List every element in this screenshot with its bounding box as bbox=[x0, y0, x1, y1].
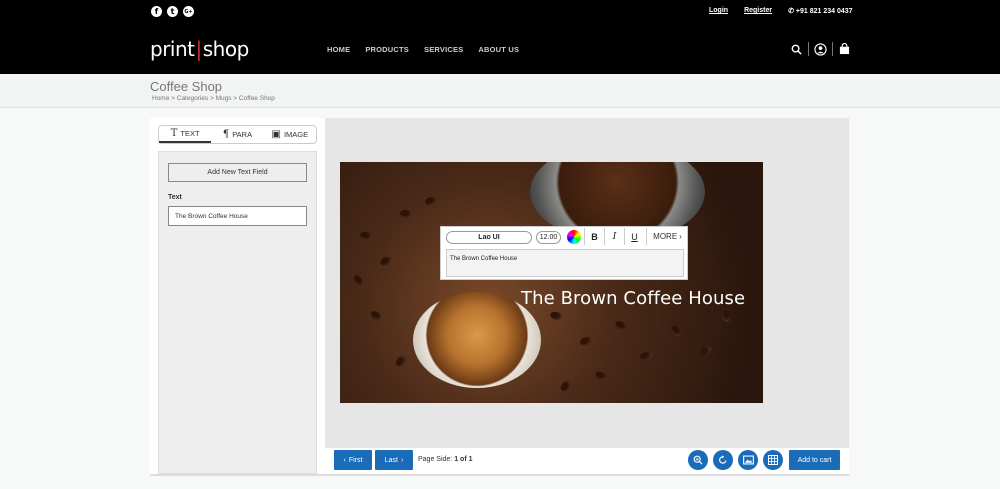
nav-services[interactable]: SERVICES bbox=[424, 45, 463, 54]
login-link[interactable]: Login bbox=[709, 7, 728, 15]
grid-icon[interactable] bbox=[763, 450, 783, 470]
rotate-icon[interactable] bbox=[713, 450, 733, 470]
main-nav: HOME PRODUCTS SERVICES ABOUT US bbox=[327, 45, 534, 54]
nav-products[interactable]: PRODUCTS bbox=[365, 45, 409, 54]
divider bbox=[808, 42, 809, 56]
design-canvas[interactable]: The Brown Coffee House bbox=[340, 162, 763, 403]
page-title: Coffee Shop bbox=[150, 79, 223, 94]
color-picker-icon[interactable] bbox=[567, 230, 581, 244]
nav-home[interactable]: HOME bbox=[327, 45, 350, 54]
text-field-input[interactable]: The Brown Coffee House bbox=[168, 206, 307, 226]
tab-text[interactable]: T TEXT bbox=[159, 126, 212, 143]
divider bbox=[832, 42, 833, 56]
last-page-button[interactable]: Last › bbox=[375, 450, 413, 470]
chevron-left-icon: ‹ bbox=[343, 456, 346, 464]
more-options-button[interactable]: MORE › bbox=[646, 228, 688, 245]
editor-bottom-bar: ‹ First Last › Page Side: 1 of 1 Add to … bbox=[325, 448, 849, 474]
image-icon: ▣ bbox=[271, 129, 281, 140]
editor-side-panel: T TEXT ¶ PARA ▣ IMAGE Add New Text Field… bbox=[150, 118, 325, 474]
nav-about-us[interactable]: ABOUT US bbox=[478, 45, 519, 54]
breadcrumb[interactable]: Home > Categories > Mugs > Coffee Shop bbox=[152, 95, 275, 102]
googleplus-icon[interactable]: G+ bbox=[183, 6, 194, 17]
text-field-label: Text bbox=[168, 194, 182, 201]
phone-icon: ✆ bbox=[788, 8, 794, 15]
editor-tabs: T TEXT ¶ PARA ▣ IMAGE bbox=[158, 125, 317, 144]
text-format-toolbar: Lao UI 12.00 B I U MORE › The Brown Coff… bbox=[440, 226, 688, 280]
font-family-select[interactable]: Lao UI bbox=[446, 231, 532, 244]
search-icon[interactable] bbox=[790, 43, 803, 56]
paragraph-icon: ¶ bbox=[222, 129, 230, 140]
header-icons bbox=[790, 42, 851, 56]
canvas-text-element[interactable]: The Brown Coffee House bbox=[521, 288, 745, 309]
underline-button[interactable]: U bbox=[624, 228, 644, 245]
page-side-indicator: Page Side: 1 of 1 bbox=[418, 456, 473, 463]
font-size-input[interactable]: 12.00 bbox=[536, 231, 561, 244]
site-logo[interactable]: print|shop bbox=[150, 37, 249, 61]
shopping-bag-icon[interactable] bbox=[838, 43, 851, 56]
first-page-button[interactable]: ‹ First bbox=[334, 450, 372, 470]
twitter-icon[interactable]: t bbox=[167, 6, 178, 17]
tab-image[interactable]: ▣ IMAGE bbox=[264, 126, 316, 143]
site-header: f t G+ Login Register ✆ +91 821 234 0437… bbox=[0, 0, 1000, 74]
text-tab-panel: Add New Text Field Text The Brown Coffee… bbox=[158, 151, 317, 474]
phone-number: ✆ +91 821 234 0437 bbox=[788, 8, 853, 15]
design-canvas-area: The Brown Coffee House bbox=[325, 118, 849, 448]
facebook-icon[interactable]: f bbox=[151, 6, 162, 17]
page-header: Coffee Shop Home > Categories > Mugs > C… bbox=[0, 74, 1000, 108]
add-text-field-button[interactable]: Add New Text Field bbox=[168, 163, 307, 182]
add-to-cart-button[interactable]: Add to cart bbox=[789, 450, 840, 470]
italic-button[interactable]: I bbox=[604, 228, 624, 245]
social-links: f t G+ bbox=[151, 6, 194, 17]
zoom-in-icon[interactable] bbox=[688, 450, 708, 470]
tab-para[interactable]: ¶ PARA bbox=[211, 126, 263, 143]
divider bbox=[150, 474, 849, 476]
text-edit-area[interactable]: The Brown Coffee House bbox=[446, 249, 684, 277]
chevron-right-icon: › bbox=[679, 232, 682, 241]
account-links: Login Register ✆ +91 821 234 0437 bbox=[709, 7, 853, 15]
user-icon[interactable] bbox=[814, 42, 827, 56]
register-link[interactable]: Register bbox=[744, 7, 772, 15]
chevron-right-icon: › bbox=[400, 456, 404, 464]
bold-button[interactable]: B bbox=[584, 228, 604, 245]
image-icon[interactable] bbox=[738, 450, 758, 470]
text-icon: T bbox=[170, 128, 178, 139]
